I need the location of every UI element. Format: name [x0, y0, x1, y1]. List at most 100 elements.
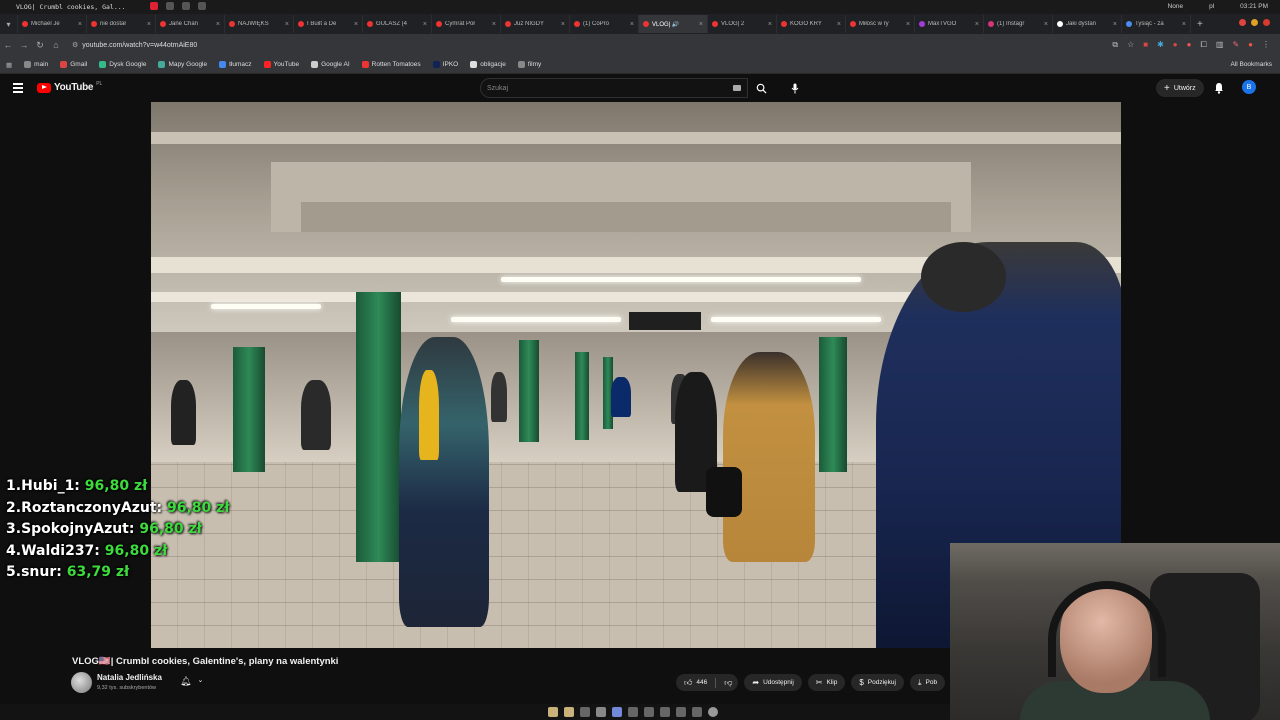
close-icon[interactable]: ×: [699, 21, 703, 28]
all-bookmarks-button[interactable]: All Bookmarks: [1230, 61, 1272, 68]
app-icon[interactable]: [660, 707, 670, 717]
browser-tab[interactable]: GULASZ (4 ×: [363, 15, 432, 33]
folder-icon[interactable]: [564, 707, 574, 717]
close-icon[interactable]: ×: [423, 21, 427, 28]
extension-icon[interactable]: ●: [1187, 40, 1192, 50]
forward-button[interactable]: →: [16, 40, 32, 50]
tab-list-button[interactable]: ▾: [0, 15, 18, 33]
browser-tab[interactable]: I Built a De ×: [294, 15, 363, 33]
subscription-bell-button[interactable]: 🔔︎ ⌄: [180, 676, 203, 687]
thumbs-down-icon[interactable]: 👎︎: [724, 678, 732, 688]
record-icon[interactable]: [150, 2, 158, 10]
bookmark-item[interactable]: Google AI: [311, 61, 350, 68]
like-dislike-button[interactable]: 👍︎ 446 👎︎: [676, 674, 739, 691]
notifications-bell-icon[interactable]: [1214, 81, 1224, 99]
youtube-logo[interactable]: YouTube PL: [37, 81, 102, 93]
profile-icon[interactable]: ✎: [1232, 40, 1239, 50]
close-icon[interactable]: ×: [492, 21, 496, 28]
browser-tab[interactable]: NAJWIĘKS ×: [225, 15, 294, 33]
thanks-button[interactable]: $ Podziękuj: [851, 674, 904, 691]
create-button[interactable]: + Utwórz: [1156, 79, 1204, 97]
close-icon[interactable]: ×: [78, 21, 82, 28]
browser-tab[interactable]: (1) Instagr ×: [984, 15, 1053, 33]
profile-avatar-icon[interactable]: ●: [1248, 40, 1253, 50]
menu-icon[interactable]: ⋮: [1262, 40, 1270, 50]
search-input[interactable]: Szukaj: [480, 78, 748, 98]
language-indicator[interactable]: pl: [1209, 3, 1214, 10]
browser-tab[interactable]: KOGO KRY ×: [777, 15, 846, 33]
share-button[interactable]: ➦ Udostępnij: [744, 674, 802, 691]
close-icon[interactable]: ×: [906, 21, 910, 28]
bookmark-item[interactable]: Gmail: [60, 61, 87, 68]
url-field[interactable]: ⚙ youtube.com/watch?v=w44otmAiE80: [72, 41, 197, 50]
app-icon[interactable]: [692, 707, 702, 717]
files-icon[interactable]: [548, 707, 558, 717]
reload-button[interactable]: ↻: [32, 40, 48, 51]
browser-tab[interactable]: Już NIGDY ×: [501, 15, 570, 33]
app-icon[interactable]: [676, 707, 686, 717]
bookmark-item[interactable]: IPKO: [432, 61, 458, 68]
close-icon[interactable]: ×: [216, 21, 220, 28]
home-button[interactable]: ⌂: [48, 40, 64, 50]
app-icon[interactable]: [628, 707, 638, 717]
browser-tab[interactable]: Tysiąc - za ×: [1122, 15, 1191, 33]
keyboard-icon[interactable]: [733, 85, 741, 91]
browser-tab[interactable]: Cymrat Poł ×: [432, 15, 501, 33]
close-icon[interactable]: ×: [147, 21, 151, 28]
app-icon[interactable]: [580, 707, 590, 717]
close-icon[interactable]: ×: [354, 21, 358, 28]
menu-hamburger-icon[interactable]: [13, 83, 23, 93]
bookmark-item[interactable]: Dysk Google: [99, 61, 146, 68]
close-window-button[interactable]: [1239, 19, 1246, 26]
clip-button[interactable]: ✂ Klip: [807, 674, 846, 691]
bookmark-item[interactable]: main: [24, 61, 48, 68]
browser-icon[interactable]: [596, 707, 606, 717]
close-icon[interactable]: ×: [1113, 21, 1117, 28]
bookmark-item[interactable]: Mapy Google: [158, 61, 207, 68]
minimize-window-button[interactable]: [1251, 19, 1258, 26]
app-icon[interactable]: [708, 707, 718, 717]
browser-tab[interactable]: (1) CoPro ×: [570, 15, 639, 33]
browser-tab[interactable]: Jane Chan ×: [156, 15, 225, 33]
window-icon[interactable]: [166, 2, 174, 10]
browser-tab[interactable]: Michael Je ×: [18, 15, 87, 33]
close-icon[interactable]: ×: [1044, 21, 1048, 28]
bookmark-item[interactable]: obligacje: [470, 61, 506, 68]
bookmark-item[interactable]: tłumacz: [219, 61, 252, 68]
browser-tab[interactable]: MaxTVGO ×: [915, 15, 984, 33]
browser-tab[interactable]: Miłość w ry ×: [846, 15, 915, 33]
new-tab-button[interactable]: +: [1197, 19, 1203, 30]
bookmark-item[interactable]: filmy: [517, 61, 541, 68]
extension-icon[interactable]: ●: [1173, 40, 1178, 50]
close-icon[interactable]: ×: [561, 21, 565, 28]
app-icon[interactable]: [644, 707, 654, 717]
close-icon[interactable]: ×: [1182, 21, 1186, 28]
close-icon[interactable]: ×: [768, 21, 772, 28]
extensions-puzzle-icon[interactable]: ⧠: [1200, 40, 1206, 50]
search-button[interactable]: [748, 78, 774, 98]
bookmark-item[interactable]: YouTube: [263, 61, 299, 68]
voice-search-button[interactable]: [786, 79, 804, 97]
browser-tab[interactable]: VLOG| 2 ×: [708, 15, 777, 33]
window-icon[interactable]: [182, 2, 190, 10]
bookmark-item[interactable]: Rotten Tomatoes: [361, 61, 421, 68]
bookmark-star-icon[interactable]: ☆: [1127, 40, 1134, 50]
extension-icon[interactable]: ✱: [1157, 40, 1164, 50]
sidebar-icon[interactable]: ▥: [1216, 40, 1224, 50]
back-button[interactable]: ←: [0, 40, 16, 50]
account-avatar[interactable]: B: [1242, 80, 1256, 94]
close-icon[interactable]: ×: [975, 21, 979, 28]
browser-tab[interactable]: nie dostał ×: [87, 15, 156, 33]
browser-tab[interactable]: Jaki dystan ×: [1053, 15, 1122, 33]
extension-icon[interactable]: ■: [1143, 40, 1148, 50]
install-icon[interactable]: ⧉: [1112, 40, 1118, 50]
close-icon[interactable]: ×: [285, 21, 289, 28]
maximize-window-button[interactable]: [1263, 19, 1270, 26]
channel-avatar[interactable]: [71, 672, 92, 693]
discord-icon[interactable]: [612, 707, 622, 717]
close-icon[interactable]: ×: [630, 21, 634, 28]
site-info-icon[interactable]: ⚙: [72, 41, 78, 49]
download-button[interactable]: ⤓ Pob: [909, 674, 946, 691]
browser-tab-active[interactable]: VLOG| 🔊 ×: [639, 15, 708, 33]
channel-name[interactable]: Natalia Jedlińska: [97, 673, 162, 682]
